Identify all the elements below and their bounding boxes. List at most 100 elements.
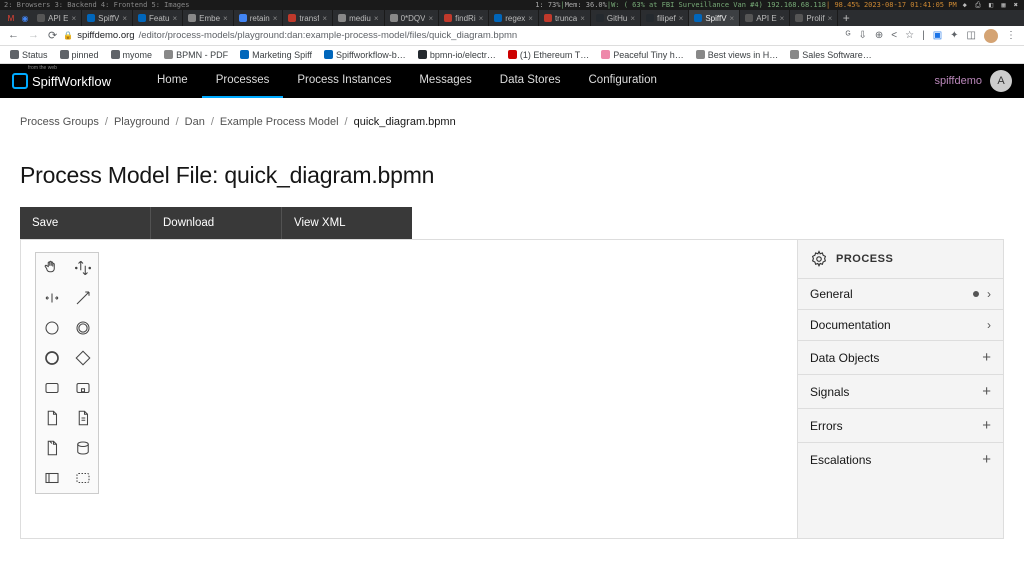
ext-icon[interactable]: ▣	[933, 30, 942, 41]
browser-tab[interactable]: Featu×	[133, 10, 183, 26]
close-icon[interactable]: ×	[172, 14, 177, 23]
bookmark-item[interactable]: Spiffworkflow-b…	[324, 50, 406, 60]
nav-item[interactable]: Process Instances	[283, 64, 405, 98]
bookmark-item[interactable]: Sales Software…	[790, 50, 872, 60]
close-icon[interactable]: ×	[428, 14, 433, 23]
browser-tab[interactable]: transf×	[283, 10, 333, 26]
props-row-documentation[interactable]: Documentation›	[798, 309, 1003, 340]
forward-button[interactable]: →	[28, 29, 39, 42]
close-icon[interactable]: ×	[71, 14, 76, 23]
browser-tab[interactable]: retain×	[234, 10, 284, 26]
close-icon[interactable]: ×	[730, 14, 735, 23]
browser-tab[interactable]: regex×	[489, 10, 539, 26]
breadcrumb-item[interactable]: Playground	[114, 116, 170, 128]
nav-item[interactable]: Configuration	[575, 64, 671, 98]
close-icon[interactable]: ×	[122, 14, 127, 23]
props-row-general[interactable]: General›	[798, 278, 1003, 309]
bpmn-canvas[interactable]	[21, 240, 798, 538]
props-row-errors[interactable]: Errors+	[798, 408, 1003, 442]
close-icon[interactable]: ×	[322, 14, 327, 23]
palette-gateway[interactable]	[67, 343, 98, 373]
palette-hand[interactable]	[36, 253, 67, 283]
bookmark-item[interactable]: BPMN - PDF	[164, 50, 228, 60]
palette-task[interactable]	[36, 373, 67, 403]
browser-tab[interactable]: trunca×	[539, 10, 591, 26]
palette-connect[interactable]	[67, 283, 98, 313]
bookmark-item[interactable]: Marketing Spiff	[240, 50, 312, 60]
close-icon[interactable]: ×	[479, 14, 484, 23]
props-row-escalations[interactable]: Escalations+	[798, 442, 1003, 476]
bookmark-item[interactable]: myome	[111, 50, 153, 60]
close-icon[interactable]: ×	[528, 14, 533, 23]
logo[interactable]: from the web SpiffWorkflow	[12, 73, 111, 89]
install-icon[interactable]: ⇩	[859, 30, 867, 41]
menu-icon[interactable]: ⋮	[1006, 30, 1016, 41]
close-icon[interactable]: ×	[828, 14, 833, 23]
browser-tab[interactable]: findRi×	[439, 10, 489, 26]
bookmark-item[interactable]: (1) Ethereum T…	[508, 50, 589, 60]
close-icon[interactable]: ×	[580, 14, 585, 23]
browser-tab[interactable]: Prolif×	[790, 10, 838, 26]
browser-tab[interactable]: Embe×	[183, 10, 234, 26]
close-icon[interactable]: ×	[273, 14, 278, 23]
gmail-icon[interactable]: M	[4, 10, 18, 26]
palette-data-object[interactable]	[36, 403, 67, 433]
palette-data-store[interactable]	[67, 403, 98, 433]
side-panel-icon[interactable]: ◫	[967, 30, 976, 41]
bookmark-icon[interactable]: ☆	[905, 30, 914, 41]
bookmark-item[interactable]: pinned	[60, 50, 99, 60]
props-row-signals[interactable]: Signals+	[798, 374, 1003, 408]
browser-tab[interactable]: GitHu×	[591, 10, 641, 26]
bookmark-item[interactable]: Peaceful Tiny h…	[601, 50, 684, 60]
browser-tab[interactable]: API E×	[740, 10, 790, 26]
view-xml-button[interactable]: View XML	[282, 207, 412, 239]
username[interactable]: spiffdemo	[935, 75, 983, 87]
new-tab-button[interactable]: +	[838, 10, 854, 26]
palette-expand[interactable]	[67, 463, 98, 493]
nav-item[interactable]: Data Stores	[486, 64, 575, 98]
bookmark-item[interactable]: bpmn-io/electr…	[418, 50, 496, 60]
palette-text-annotation[interactable]	[36, 433, 67, 463]
extensions-icon[interactable]: ✦	[950, 30, 958, 41]
user-avatar[interactable]: A	[990, 70, 1012, 92]
close-icon[interactable]: ×	[223, 14, 228, 23]
palette-participant[interactable]	[67, 433, 98, 463]
browser-tab[interactable]: filipef×	[641, 10, 689, 26]
bookmark-label: BPMN - PDF	[176, 50, 228, 60]
save-button[interactable]: Save	[20, 207, 151, 239]
translate-icon[interactable]: ᴳ	[846, 30, 851, 41]
close-icon[interactable]: ×	[780, 14, 785, 23]
palette-group[interactable]	[36, 463, 67, 493]
download-button[interactable]: Download	[151, 207, 282, 239]
breadcrumb-item[interactable]: Process Groups	[20, 116, 99, 128]
close-icon[interactable]: ×	[630, 14, 635, 23]
zoom-icon[interactable]: ⊕	[875, 30, 883, 41]
bookmark-item[interactable]: Status	[10, 50, 48, 60]
browser-tab[interactable]: API E×	[32, 10, 82, 26]
nav-item[interactable]: Processes	[202, 64, 284, 98]
reload-button[interactable]: ⟳	[48, 29, 57, 42]
nav-item[interactable]: Messages	[405, 64, 485, 98]
share-icon[interactable]: <	[891, 30, 897, 41]
breadcrumb-item[interactable]: Example Process Model	[220, 116, 339, 128]
palette-intermediate-event[interactable]	[67, 313, 98, 343]
chrome-icon[interactable]: ◉	[18, 10, 32, 26]
palette-end-event[interactable]	[36, 343, 67, 373]
close-icon[interactable]: ×	[374, 14, 379, 23]
props-row-data-objects[interactable]: Data Objects+	[798, 340, 1003, 374]
browser-tab[interactable]: SpiffV×	[689, 10, 740, 26]
palette-space[interactable]	[36, 283, 67, 313]
palette-lasso[interactable]	[67, 253, 98, 283]
palette-subtask[interactable]	[67, 373, 98, 403]
browser-tab[interactable]: 0*DQV×	[385, 10, 440, 26]
back-button[interactable]: ←	[8, 29, 19, 42]
palette-start-event[interactable]	[36, 313, 67, 343]
url-field[interactable]: 🔒 spiffdemo.org/editor/process-models/pl…	[63, 30, 839, 41]
breadcrumb-item[interactable]: Dan	[185, 116, 205, 128]
browser-tab[interactable]: SpiffV×	[82, 10, 133, 26]
profile-avatar[interactable]	[984, 29, 998, 43]
bookmark-item[interactable]: Best views in H…	[696, 50, 779, 60]
close-icon[interactable]: ×	[679, 14, 684, 23]
nav-item[interactable]: Home	[143, 64, 202, 98]
browser-tab[interactable]: mediu×	[333, 10, 384, 26]
